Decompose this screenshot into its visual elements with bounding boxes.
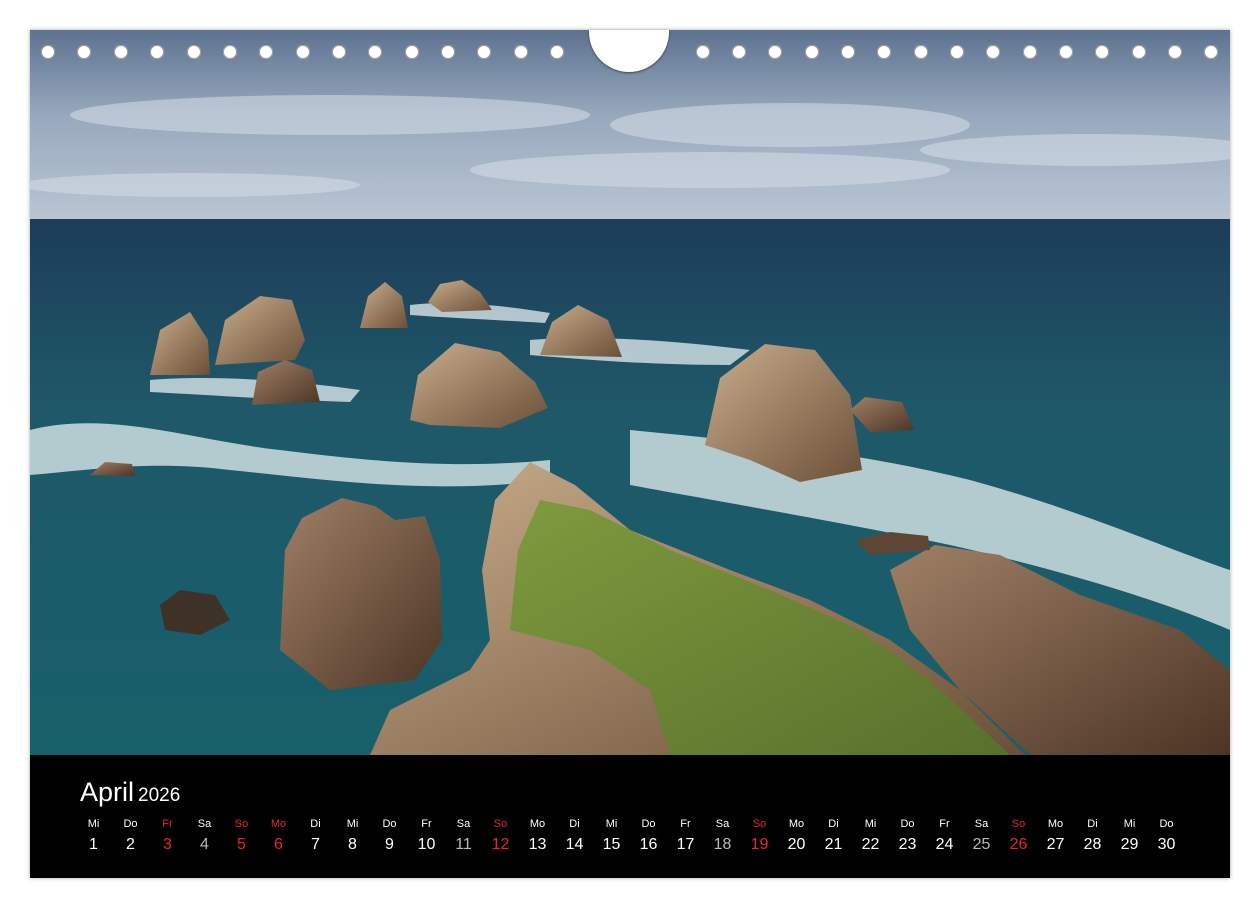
- weekday-label: Do: [123, 818, 138, 830]
- weekday-label: Mi: [87, 818, 100, 830]
- day-number: 3: [163, 836, 172, 853]
- weekday-label: Di: [569, 818, 580, 830]
- coastal-rocks-photo: [30, 30, 1230, 755]
- day-number: 17: [676, 836, 695, 853]
- day-number: 27: [1046, 836, 1065, 853]
- day-cell: Di 21: [815, 818, 852, 854]
- day-number: 1: [89, 836, 98, 853]
- day-number: 28: [1083, 836, 1102, 853]
- weekday-label: Di: [1087, 818, 1098, 830]
- day-number: 10: [417, 836, 436, 853]
- weekday-label: Fr: [939, 818, 950, 830]
- weekday-label: So: [752, 818, 767, 830]
- day-number: 13: [528, 836, 547, 853]
- day-cell: Sa 18: [704, 818, 741, 854]
- day-number: 22: [861, 836, 880, 853]
- weekday-label: Mi: [1123, 818, 1136, 830]
- weekday-label: Mo: [788, 818, 805, 830]
- day-cell: Mo 13: [519, 818, 556, 854]
- weekday-label: Sa: [197, 818, 212, 830]
- day-number: 15: [602, 836, 621, 853]
- day-cell: Mi 8: [334, 818, 371, 854]
- day-number: 20: [787, 836, 806, 853]
- day-number: 29: [1120, 836, 1139, 853]
- day-cell: So 26: [1000, 818, 1037, 854]
- day-cell: Di 14: [556, 818, 593, 854]
- weekday-label: Mo: [270, 818, 287, 830]
- day-cell: Mi 22: [852, 818, 889, 854]
- day-cell: Di 7: [297, 818, 334, 854]
- weekday-label: Di: [310, 818, 321, 830]
- day-number: 12: [491, 836, 510, 853]
- day-number: 14: [565, 836, 584, 853]
- day-number: 6: [274, 836, 283, 853]
- day-number: 30: [1157, 836, 1176, 853]
- day-grid: Mi 1 Do 2 Fr 3 Sa 4 So 5 Mo 6 Di 7 Mi 8 Do 9 Fr 10 Sa 11 So 12 M…: [75, 818, 1185, 854]
- day-number: 16: [639, 836, 658, 853]
- day-number: 19: [750, 836, 769, 853]
- weekday-label: So: [1011, 818, 1026, 830]
- day-number: 23: [898, 836, 917, 853]
- weekday-label: Do: [382, 818, 397, 830]
- day-cell: Sa 11: [445, 818, 482, 854]
- day-cell: Mi 1: [75, 818, 112, 854]
- day-number: 8: [348, 836, 357, 853]
- day-number: 2: [126, 836, 135, 853]
- month-title: April 2026: [80, 777, 180, 808]
- weekday-label: Fr: [421, 818, 432, 830]
- day-cell: Do 2: [112, 818, 149, 854]
- day-number: 5: [237, 836, 246, 853]
- day-cell: Fr 17: [667, 818, 704, 854]
- weekday-label: Do: [1159, 818, 1174, 830]
- month-name: April: [80, 777, 135, 807]
- weekday-label: Mi: [346, 818, 359, 830]
- weekday-label: Di: [828, 818, 839, 830]
- day-number: 18: [713, 836, 732, 853]
- day-cell: Fr 10: [408, 818, 445, 854]
- year-label: 2026: [138, 785, 181, 806]
- day-cell: Mo 6: [260, 818, 297, 854]
- day-number: 9: [385, 836, 394, 853]
- weekday-label: Sa: [715, 818, 730, 830]
- day-cell: Di 28: [1074, 818, 1111, 854]
- day-cell: Do 16: [630, 818, 667, 854]
- day-cell: Do 30: [1148, 818, 1185, 854]
- day-number: 24: [935, 836, 954, 853]
- weekday-label: Do: [900, 818, 915, 830]
- day-number: 7: [311, 836, 320, 853]
- day-number: 25: [972, 836, 991, 853]
- calendar-page: April 2026 Mi 1 Do 2 Fr 3 Sa 4 So 5 Mo 6 Di 7 Mi 8 Do 9 Fr 1…: [30, 30, 1230, 878]
- weekday-label: Fr: [680, 818, 691, 830]
- weekday-label: Mo: [1047, 818, 1064, 830]
- weekday-label: Sa: [974, 818, 989, 830]
- day-cell: Mi 29: [1111, 818, 1148, 854]
- day-cell: Do 23: [889, 818, 926, 854]
- day-number: 26: [1009, 836, 1028, 853]
- day-cell: Sa 4: [186, 818, 223, 854]
- calendar-bar: April 2026 Mi 1 Do 2 Fr 3 Sa 4 So 5 Mo 6 Di 7 Mi 8 Do 9 Fr 1…: [30, 755, 1230, 878]
- day-number: 21: [824, 836, 843, 853]
- day-number: 4: [200, 836, 209, 853]
- weekday-label: Mi: [864, 818, 877, 830]
- weekday-label: Sa: [456, 818, 471, 830]
- day-cell: So 19: [741, 818, 778, 854]
- day-cell: Mi 15: [593, 818, 630, 854]
- day-cell: Fr 24: [926, 818, 963, 854]
- weekday-label: So: [234, 818, 249, 830]
- weekday-label: Do: [641, 818, 656, 830]
- weekday-label: So: [493, 818, 508, 830]
- weekday-label: Mi: [605, 818, 618, 830]
- weekday-label: Mo: [529, 818, 546, 830]
- day-cell: Do 9: [371, 818, 408, 854]
- day-cell: So 12: [482, 818, 519, 854]
- day-number: 11: [455, 836, 472, 853]
- weekday-label: Fr: [162, 818, 173, 830]
- day-cell: Mo 27: [1037, 818, 1074, 854]
- day-cell: Sa 25: [963, 818, 1000, 854]
- day-cell: Mo 20: [778, 818, 815, 854]
- day-cell: So 5: [223, 818, 260, 854]
- day-cell: Fr 3: [149, 818, 186, 854]
